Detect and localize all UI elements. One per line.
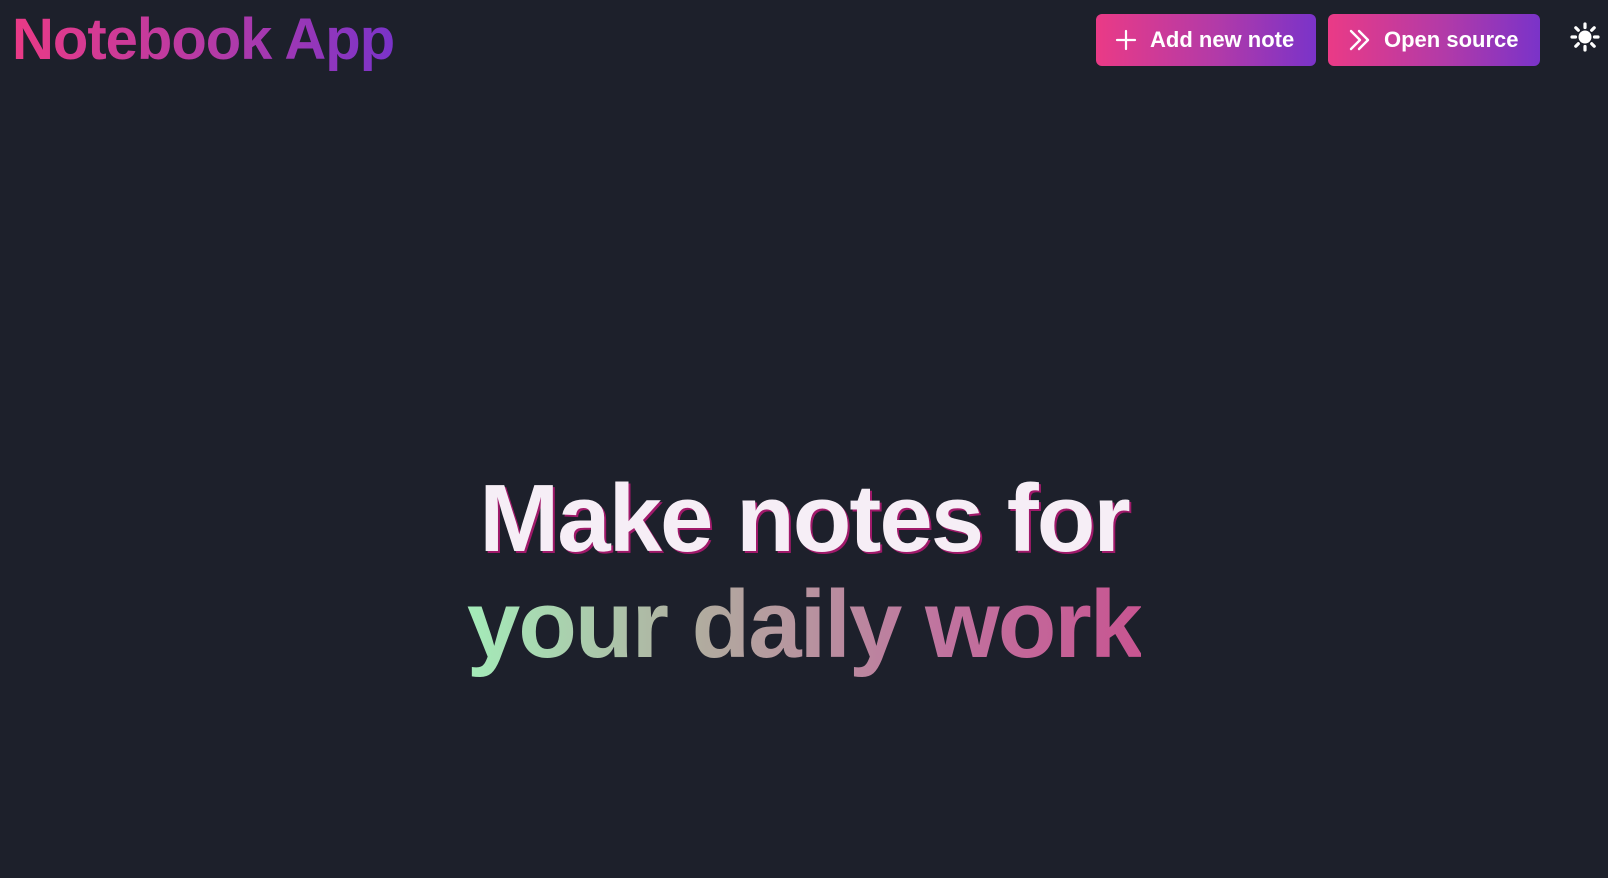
double-chevron-right-icon <box>1346 26 1374 54</box>
hero-headline-line-2: your daily work <box>466 571 1143 678</box>
open-source-button[interactable]: Open source <box>1328 14 1540 66</box>
landing-page: Notebook App Add new note Open source Ma… <box>0 0 1608 878</box>
hero-headline-line-1: Make notes for <box>479 465 1130 572</box>
plus-icon <box>1112 26 1140 54</box>
sun-icon <box>1570 21 1600 57</box>
open-source-label: Open source <box>1384 27 1519 52</box>
theme-toggle-button[interactable] <box>1568 21 1602 57</box>
add-new-note-button[interactable]: Add new note <box>1096 14 1316 66</box>
hero-section: Make notes for your daily work <box>0 466 1608 678</box>
app-logo-title[interactable]: Notebook App <box>12 4 395 76</box>
add-new-note-label: Add new note <box>1150 27 1295 52</box>
top-navbar: Notebook App Add new note Open source <box>0 0 1608 84</box>
